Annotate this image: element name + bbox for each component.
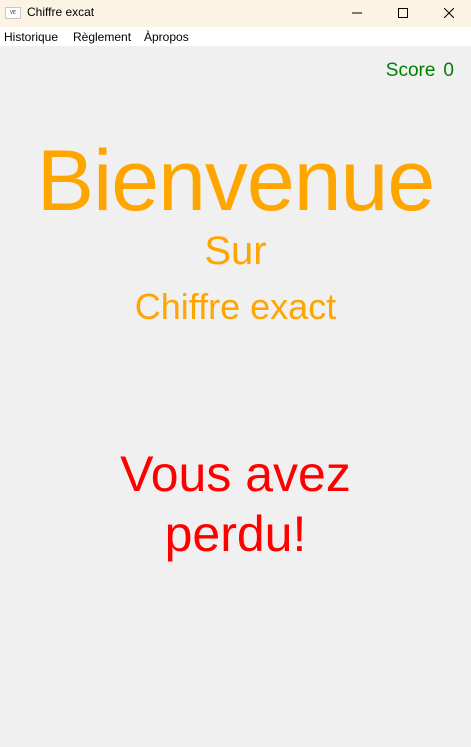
close-icon — [444, 8, 454, 18]
welcome-heading: Bienvenue — [36, 133, 435, 229]
app-window: VE Chiffre excat Historique Règlement Àp… — [0, 0, 471, 747]
score-value: 0 — [443, 60, 454, 81]
menu-bar: Historique Règlement Àpropos — [0, 27, 471, 46]
maximize-icon — [398, 8, 408, 18]
minimize-icon — [352, 12, 362, 14]
close-button[interactable] — [426, 0, 471, 27]
score-display: Score 0 — [386, 60, 454, 82]
game-name: Chiffre exact — [134, 286, 337, 327]
game-over-line-2: perdu! — [164, 506, 307, 562]
menu-reglement[interactable]: Règlement — [73, 30, 131, 44]
maximize-button[interactable] — [380, 0, 426, 27]
app-icon: VE — [5, 7, 21, 19]
menu-apropos[interactable]: Àpropos — [144, 30, 189, 44]
window-title: Chiffre excat — [27, 5, 95, 19]
score-label: Score — [385, 60, 436, 81]
minimize-button[interactable] — [334, 0, 380, 27]
game-over-message: Vous avez perdu! — [0, 444, 471, 564]
sur-text: Sur — [204, 229, 267, 273]
game-area: Score 0 Bienvenue Sur Chiffre exact Vous … — [0, 46, 471, 747]
title-bar[interactable]: VE Chiffre excat — [0, 0, 471, 27]
menu-historique[interactable]: Historique — [4, 30, 58, 44]
game-over-line-1: Vous avez — [120, 446, 351, 502]
